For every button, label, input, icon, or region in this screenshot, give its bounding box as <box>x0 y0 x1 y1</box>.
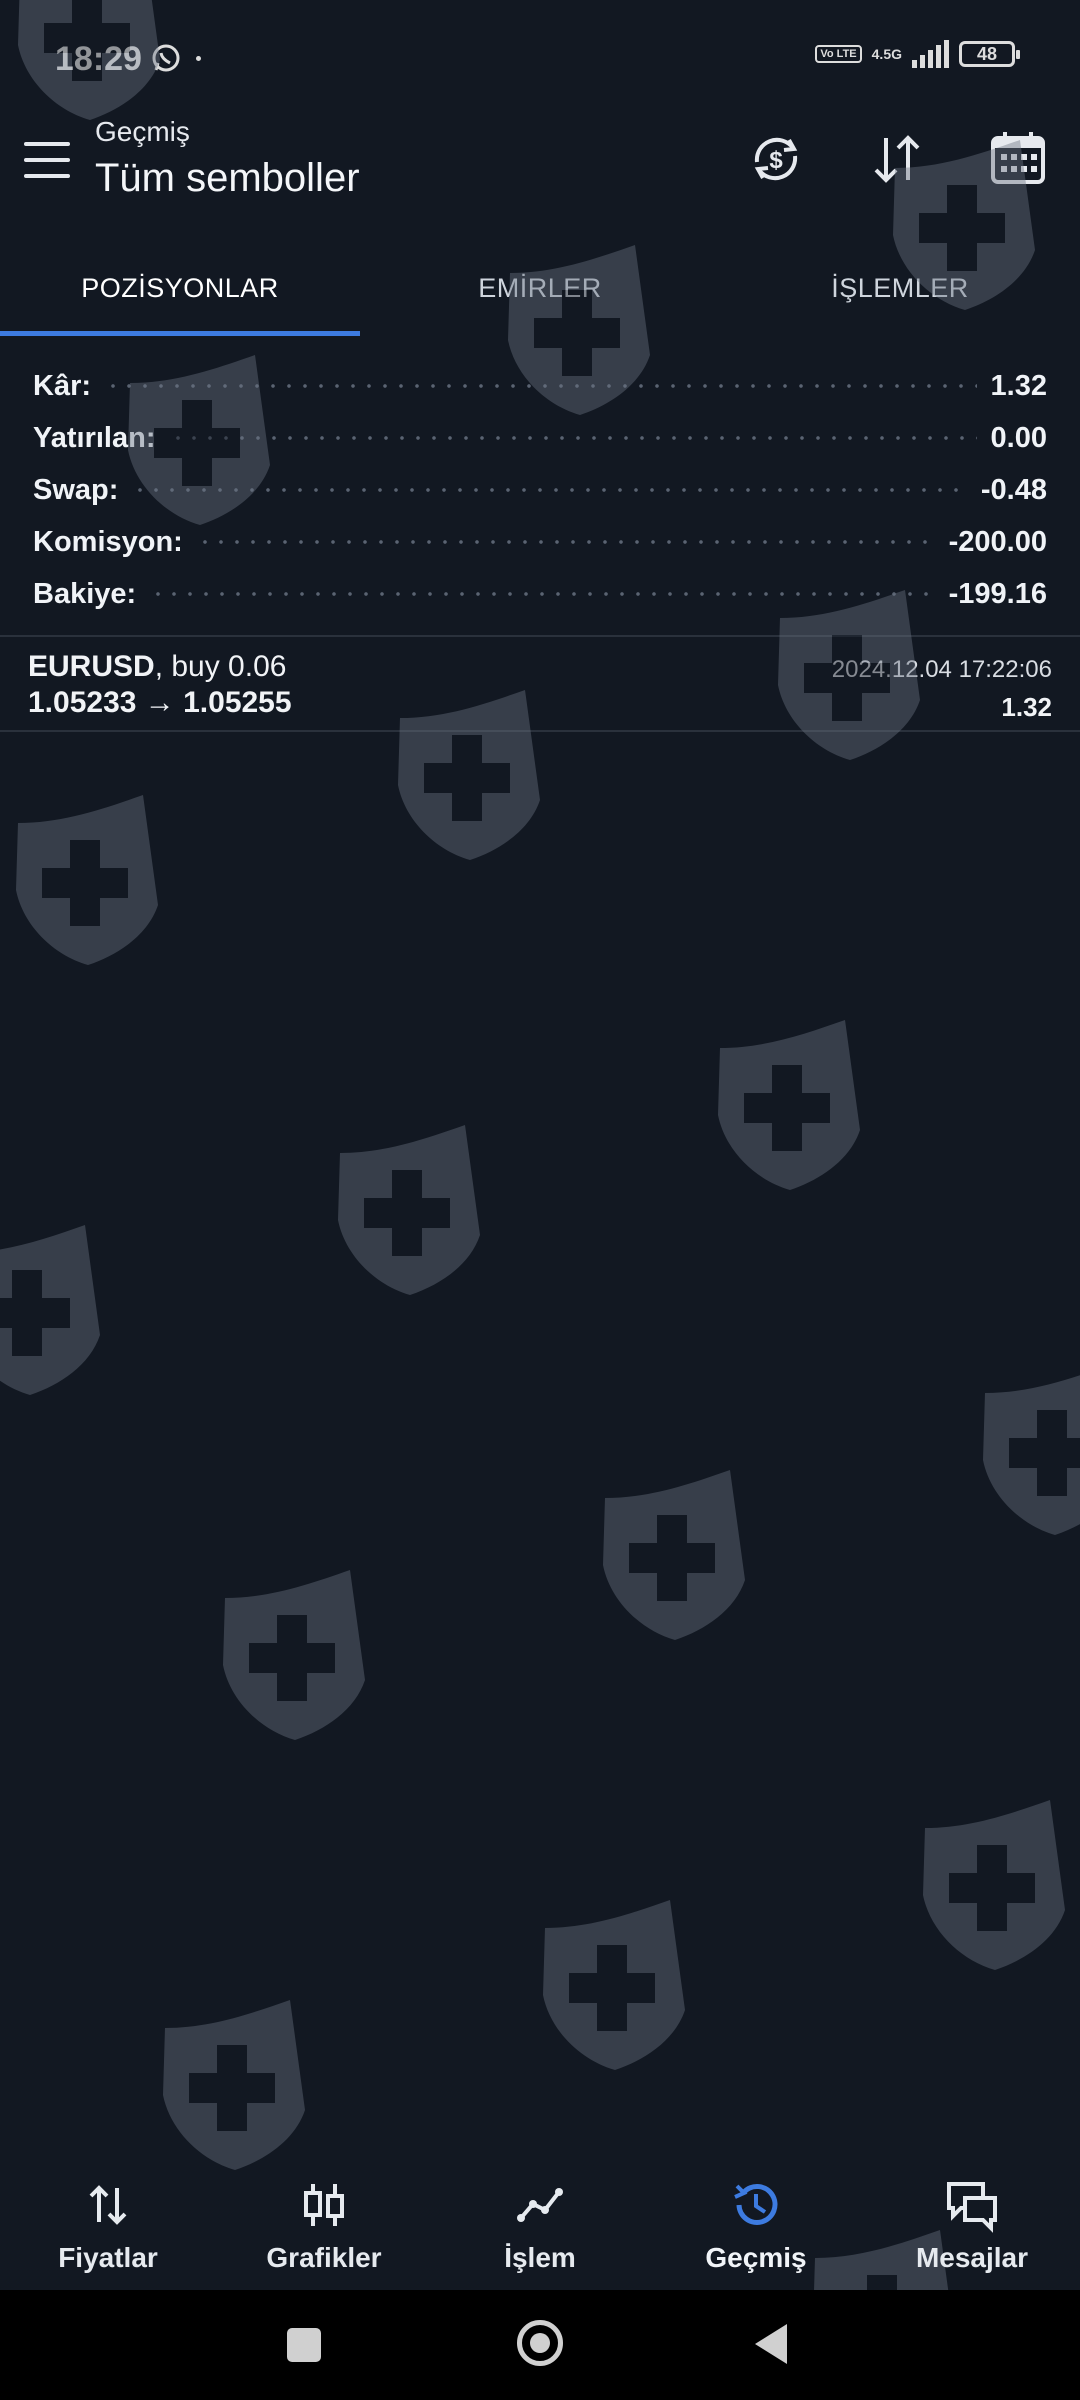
whatsapp-icon <box>150 42 182 74</box>
shield-watermark-icon <box>8 795 168 965</box>
header-subtitle: Geçmiş <box>95 116 190 147</box>
summary-row-commission: Komisyon: -200.00 <box>0 516 1080 568</box>
divider <box>0 635 1080 637</box>
position-row[interactable]: EURUSD, buy 0.06 1.05233 → 1.05255 2024.… <box>0 638 1080 730</box>
header-title[interactable]: Tüm semboller <box>95 156 360 201</box>
shield-watermark-icon <box>330 1125 490 1295</box>
dotted-leader <box>196 540 935 544</box>
summary-row-swap: Swap: -0.48 <box>0 464 1080 516</box>
position-prices: 1.05233 → 1.05255 <box>28 686 292 719</box>
position-profit: 1.32 <box>1001 692 1052 722</box>
dotted-leader <box>150 592 935 596</box>
chat-icon <box>943 2176 1001 2234</box>
shield-watermark-icon <box>710 1020 870 1190</box>
summary-value: -0.48 <box>980 473 1047 506</box>
tab-deals[interactable]: İŞLEMLER <box>720 240 1080 336</box>
nav-label: İşlem <box>504 2242 576 2273</box>
shield-watermark-icon <box>0 1225 110 1395</box>
divider <box>0 730 1080 732</box>
nav-label: Mesajlar <box>915 2242 1029 2273</box>
bottom-navigation: Fiyatlar Grafikler İşlem Geçmiş Mesajlar <box>0 2160 1080 2290</box>
nav-label: Grafikler <box>266 2242 382 2273</box>
shield-watermark-icon <box>155 2000 315 2170</box>
home-icon[interactable] <box>517 2320 563 2366</box>
shield-watermark-icon <box>215 1570 375 1740</box>
calendar-icon[interactable] <box>987 128 1049 190</box>
svg-text:$: $ <box>769 147 783 174</box>
network-type: 4.5G <box>871 46 902 62</box>
summary-label: Kâr: <box>33 369 92 402</box>
summary-label: Komisyon: <box>33 525 183 558</box>
signal-icon <box>912 40 949 68</box>
sort-icon[interactable] <box>866 128 928 190</box>
volte-icon: Vo LTE <box>815 45 862 63</box>
summary-label: Bakiye: <box>33 577 137 610</box>
nav-quotes[interactable]: Fiyatlar <box>0 2160 216 2290</box>
nav-label: Geçmiş <box>705 2242 807 2273</box>
arrows-up-down-icon <box>79 2176 137 2234</box>
status-indicators: Vo LTE 4.5G 48 <box>815 40 1020 68</box>
app-header: Geçmiş Tüm semboller $ <box>0 110 1080 220</box>
summary-panel: Kâr: 1.32 Yatırılan: 0.00 Swap: -0.48 Ko… <box>0 360 1080 620</box>
shield-watermark-icon <box>535 1900 695 2070</box>
summary-row-profit: Kâr: 1.32 <box>0 360 1080 412</box>
shield-watermark-icon <box>595 1470 755 1640</box>
shield-watermark-icon <box>975 1365 1080 1535</box>
summary-value: -200.00 <box>948 525 1047 558</box>
tab-orders[interactable]: EMİRLER <box>360 240 720 336</box>
summary-value: 1.32 <box>990 369 1047 402</box>
status-time: 18:29 <box>55 40 142 78</box>
shield-watermark-icon <box>915 1800 1075 1970</box>
dotted-leader <box>169 436 977 440</box>
screen: 18:29 Vo LTE 4.5G 48 Geçmiş Tüm sembolle… <box>0 0 1080 2400</box>
history-icon <box>727 2176 785 2234</box>
symbol-name: EURUSD <box>28 650 155 683</box>
trade-line-icon <box>511 2176 569 2234</box>
nav-charts[interactable]: Grafikler <box>216 2160 432 2290</box>
summary-label: Swap: <box>33 473 119 506</box>
nav-messages[interactable]: Mesajlar <box>864 2160 1080 2290</box>
tab-bar: POZİSYONLAR EMİRLER İŞLEMLER <box>0 240 1080 336</box>
system-navigation-bar <box>0 2290 1080 2400</box>
summary-value: 0.00 <box>990 421 1047 454</box>
nav-trade[interactable]: İşlem <box>432 2160 648 2290</box>
dotted-leader <box>132 488 967 492</box>
nav-history[interactable]: Geçmiş <box>648 2160 864 2290</box>
dotted-leader <box>105 384 977 388</box>
recent-apps-icon[interactable] <box>287 2328 321 2362</box>
position-date: 2024.12.04 17:22:06 <box>831 656 1052 683</box>
summary-label: Yatırılan: <box>33 421 156 454</box>
position-symbol: EURUSD, buy 0.06 <box>28 650 286 684</box>
position-side: , buy 0.06 <box>154 650 287 683</box>
candlestick-icon <box>295 2176 353 2234</box>
tab-positions[interactable]: POZİSYONLAR <box>0 240 360 336</box>
menu-icon[interactable] <box>24 142 70 178</box>
currency-refresh-icon[interactable]: $ <box>745 128 807 190</box>
summary-value: -199.16 <box>948 577 1047 610</box>
summary-row-balance: Bakiye: -199.16 <box>0 568 1080 620</box>
notification-dot-icon <box>196 56 201 61</box>
status-bar: 18:29 Vo LTE 4.5G 48 <box>0 0 1080 120</box>
summary-row-deposit: Yatırılan: 0.00 <box>0 412 1080 464</box>
nav-label: Fiyatlar <box>58 2242 158 2273</box>
back-icon[interactable] <box>755 2324 787 2364</box>
battery-icon: 48 <box>959 41 1020 67</box>
